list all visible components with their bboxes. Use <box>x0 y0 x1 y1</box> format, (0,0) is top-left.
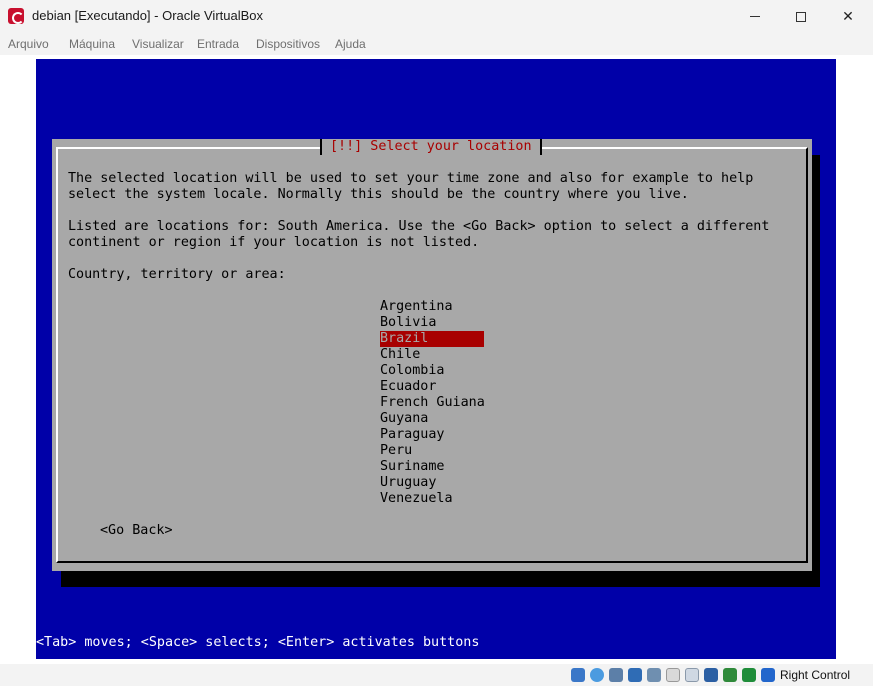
virtualbox-debian-icon <box>8 8 24 24</box>
usb-icon[interactable] <box>647 668 661 682</box>
country-option-ecuador[interactable]: Ecuador <box>380 379 484 395</box>
menu-visualizar[interactable]: Visualizar <box>132 37 184 51</box>
intro-text-line-1: The selected location will be used to se… <box>68 171 754 186</box>
close-button[interactable]: ✕ <box>826 0 870 33</box>
minimize-button[interactable] <box>733 0 777 33</box>
intro-text-line-2: select the system locale. Normally this … <box>68 187 689 202</box>
title-bar: debian [Executando] - Oracle VirtualBox … <box>0 0 873 33</box>
country-option-guyana[interactable]: Guyana <box>380 411 484 427</box>
menu-ajuda[interactable]: Ajuda <box>335 37 366 51</box>
recording-icon[interactable] <box>723 668 737 682</box>
country-option-uruguay[interactable]: Uruguay <box>380 475 484 491</box>
menu-entrada[interactable]: Entrada <box>197 37 239 51</box>
host-key-label: Right Control <box>780 668 851 682</box>
country-option-bolivia[interactable]: Bolivia <box>380 315 484 331</box>
shared-folders-icon[interactable] <box>666 668 680 682</box>
go-back-button[interactable]: <Go Back> <box>100 523 173 539</box>
country-option-paraguay[interactable]: Paraguay <box>380 427 484 443</box>
optical-drive-icon[interactable] <box>590 668 604 682</box>
country-option-suriname[interactable]: Suriname <box>380 459 484 475</box>
location-dialog: [!!] Select your location The selected l… <box>52 139 812 571</box>
listed-text-line-2: continent or region if your location is … <box>68 235 480 250</box>
menu-dispositivos[interactable]: Dispositivos <box>256 37 320 51</box>
dialog-title: [!!] Select your location <box>320 139 542 155</box>
display-icon[interactable] <box>685 668 699 682</box>
country-option-brazil[interactable]: Brazil <box>380 331 484 347</box>
country-prompt: Country, territory or area: <box>68 267 286 282</box>
country-option-colombia[interactable]: Colombia <box>380 363 484 379</box>
vm-display[interactable]: [!!] Select your location The selected l… <box>36 59 836 659</box>
keyboard-capture-icon[interactable] <box>761 668 775 682</box>
menu-arquivo[interactable]: Arquivo <box>8 37 49 51</box>
country-option-peru[interactable]: Peru <box>380 443 484 459</box>
country-option-venezuela[interactable]: Venezuela <box>380 491 484 507</box>
listed-text-line-1: Listed are locations for: South America.… <box>68 219 770 234</box>
status-bar: Right Control <box>0 664 873 686</box>
maximize-button[interactable] <box>779 0 823 33</box>
country-option-argentina[interactable]: Argentina <box>380 299 484 315</box>
network-icon[interactable] <box>628 668 642 682</box>
audio-icon[interactable] <box>609 668 623 682</box>
cpu-icon[interactable] <box>742 668 756 682</box>
video-capture-icon[interactable] <box>704 668 718 682</box>
menu-maquina[interactable]: Máquina <box>69 37 115 51</box>
country-list: Argentina Bolivia Brazil Chile Colombia … <box>380 299 485 507</box>
menu-bar: Arquivo Máquina Visualizar Entrada Dispo… <box>0 33 873 55</box>
close-icon: ✕ <box>842 8 854 24</box>
maximize-icon <box>796 11 806 22</box>
window-title: debian [Executando] - Oracle VirtualBox <box>32 8 264 23</box>
country-option-french-guiana[interactable]: French Guiana <box>380 395 485 411</box>
minimize-icon <box>750 16 760 17</box>
country-option-chile[interactable]: Chile <box>380 347 484 363</box>
hard-disk-icon[interactable] <box>571 668 585 682</box>
keyboard-help-line: <Tab> moves; <Space> selects; <Enter> ac… <box>36 635 480 650</box>
